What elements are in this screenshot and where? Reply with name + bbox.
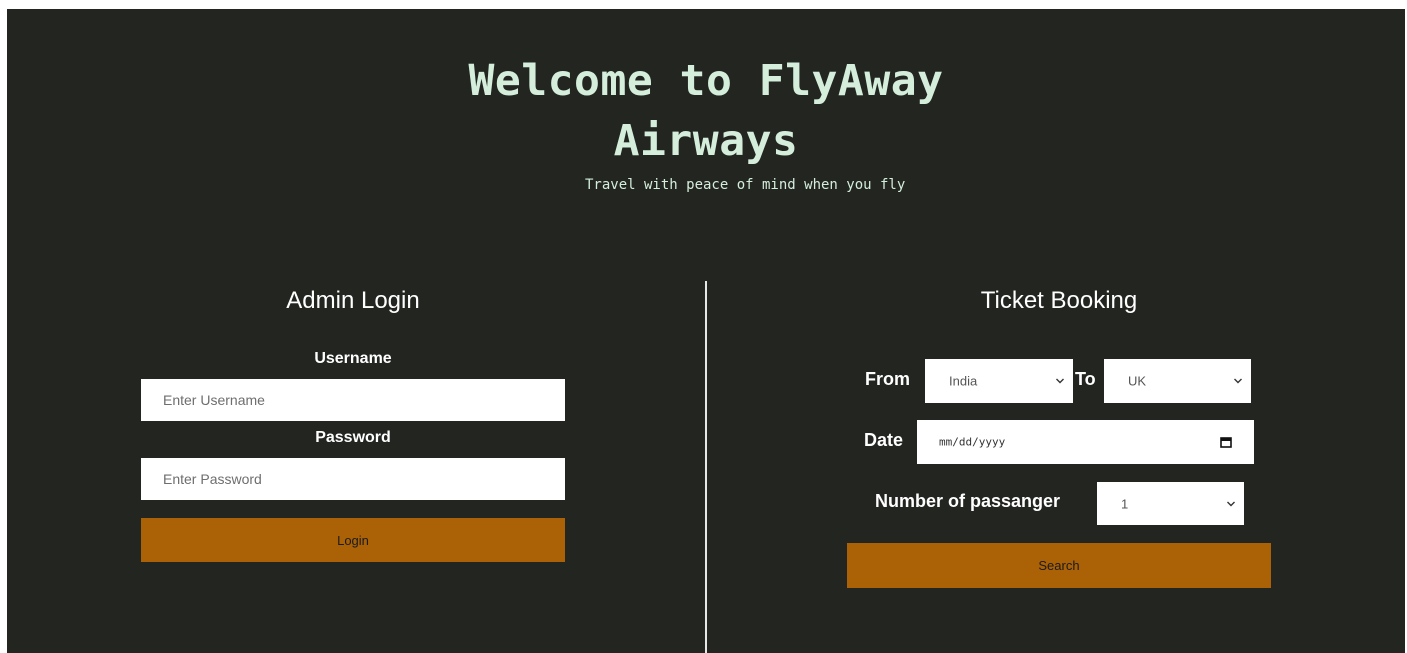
login-button[interactable]: Login xyxy=(141,518,565,562)
search-button[interactable]: Search xyxy=(847,543,1271,588)
ticket-booking-title: Ticket Booking xyxy=(980,287,1138,314)
page-background: Welcome to FlyAway Airways Travel with p… xyxy=(7,9,1405,653)
chevron-down-icon xyxy=(1234,378,1242,384)
to-select-value: UK xyxy=(1128,373,1147,389)
chevron-down-icon xyxy=(1227,501,1235,506)
date-label: Date xyxy=(864,430,904,450)
from-label: From xyxy=(865,369,910,389)
page-title: Welcome to FlyAway Airways xyxy=(7,51,1405,171)
date-placeholder: mm/dd/yyyy xyxy=(939,435,1006,449)
page-title-line-2: Airways xyxy=(613,116,799,166)
page-subtitle: Travel with peace of mind when you fly xyxy=(585,177,906,193)
chevron-down-icon xyxy=(1056,378,1064,384)
password-label: Password xyxy=(315,429,391,446)
to-select[interactable]: UK xyxy=(1104,359,1251,403)
passengers-label: Number of passanger xyxy=(875,491,1061,511)
date-input[interactable]: mm/dd/yyyy xyxy=(917,420,1254,464)
page-title-line-1: Welcome to FlyAway xyxy=(468,56,944,106)
from-select-value: India xyxy=(949,373,978,389)
calendar-icon[interactable] xyxy=(1220,436,1232,448)
to-label: To xyxy=(1075,369,1096,389)
passengers-select-value: 1 xyxy=(1121,496,1129,511)
admin-login-title: Admin Login xyxy=(286,287,420,314)
from-select[interactable]: India xyxy=(925,359,1073,403)
password-input[interactable] xyxy=(141,458,565,500)
section-divider xyxy=(705,281,707,653)
passengers-select[interactable]: 1 xyxy=(1097,482,1244,525)
username-label: Username xyxy=(314,350,392,367)
username-input[interactable] xyxy=(141,379,565,421)
